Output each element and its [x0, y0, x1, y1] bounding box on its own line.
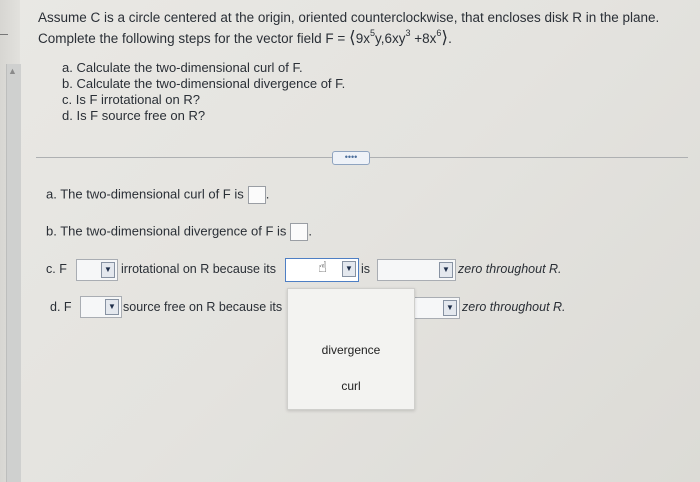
field-open-bracket: ⟨ [349, 28, 356, 47]
dropdown-arrow-icon: ▼ [443, 300, 457, 316]
answer-a-label: a. The two-dimensional curl of F is [46, 186, 244, 202]
question-line-2: Complete the following steps for the vec… [38, 28, 659, 50]
answer-row-a: a. The two-dimensional curl of F is. [46, 186, 269, 204]
answer-row-b: b. The two-dimensional divergence of F i… [46, 223, 312, 241]
answer-c-is: is [361, 262, 371, 276]
field-term-2: y,6xy [374, 31, 406, 46]
field-exp-1: 5 [369, 28, 375, 38]
dropdown-options-popup: divergence curl [287, 288, 415, 410]
option-divergence[interactable]: divergence [288, 343, 414, 357]
answer-d-mid: source free on R because its [123, 300, 283, 314]
hand-cursor-icon: ☝ [318, 259, 328, 276]
vector-field-expression: ⟨9x5y,6xy3 +8x6⟩. [349, 28, 452, 50]
field-term-1: 9x [355, 31, 370, 46]
answer-d-prefix: d. F [50, 300, 72, 314]
field-exp-2: 3 [405, 28, 411, 38]
answer-c-suffix: zero throughout R. [458, 262, 562, 276]
step-a: a. Calculate the two-dimensional curl of… [62, 60, 303, 75]
answer-c-prefix: c. F [46, 262, 67, 276]
field-exp-3: 6 [436, 28, 442, 38]
answer-b-period: . [308, 223, 313, 239]
c-zero-nonzero-dropdown[interactable]: ▼ [377, 259, 456, 281]
c-quantity-dropdown[interactable]: ☝ ▼ [285, 258, 359, 282]
step-b: b. Calculate the two-dimensional diverge… [62, 76, 346, 91]
dropdown-arrow-icon: ▼ [342, 261, 356, 277]
left-scroll-track[interactable] [6, 64, 21, 482]
step-d: d. Is F source free on R? [62, 108, 206, 123]
field-term-3: +8x [410, 31, 437, 46]
divergence-answer-box[interactable] [290, 223, 309, 241]
d-is-isnot-dropdown[interactable]: ▼ [80, 296, 122, 318]
dropdown-arrow-icon: ▼ [101, 262, 115, 278]
gutter-tick [0, 34, 8, 35]
dropdown-arrow-icon: ▼ [439, 262, 453, 278]
answer-b-label: b. The two-dimensional divergence of F i… [46, 223, 287, 239]
collapse-arrow-icon[interactable]: ▲ [8, 66, 17, 76]
question-line-1: Assume C is a circle centered at the ori… [38, 10, 660, 25]
steps-list: a. Calculate the two-dimensional curl of… [62, 60, 345, 124]
expand-button[interactable]: •••• [332, 151, 370, 165]
option-curl[interactable]: curl [288, 379, 414, 393]
curl-answer-box[interactable] [247, 186, 266, 204]
c-is-isnot-dropdown[interactable]: ▼ [76, 259, 118, 281]
answer-d-suffix: zero throughout R. [462, 300, 566, 314]
field-period: . [448, 31, 452, 46]
question-text: Assume C is a circle centered at the ori… [38, 8, 659, 50]
dropdown-arrow-icon: ▼ [105, 299, 119, 315]
question-prefix: Complete the following steps for the vec… [38, 31, 346, 46]
step-c: c. Is F irrotational on R? [62, 92, 200, 107]
answer-a-period: . [265, 186, 270, 202]
answer-c-mid: irrotational on R because its [121, 262, 276, 276]
